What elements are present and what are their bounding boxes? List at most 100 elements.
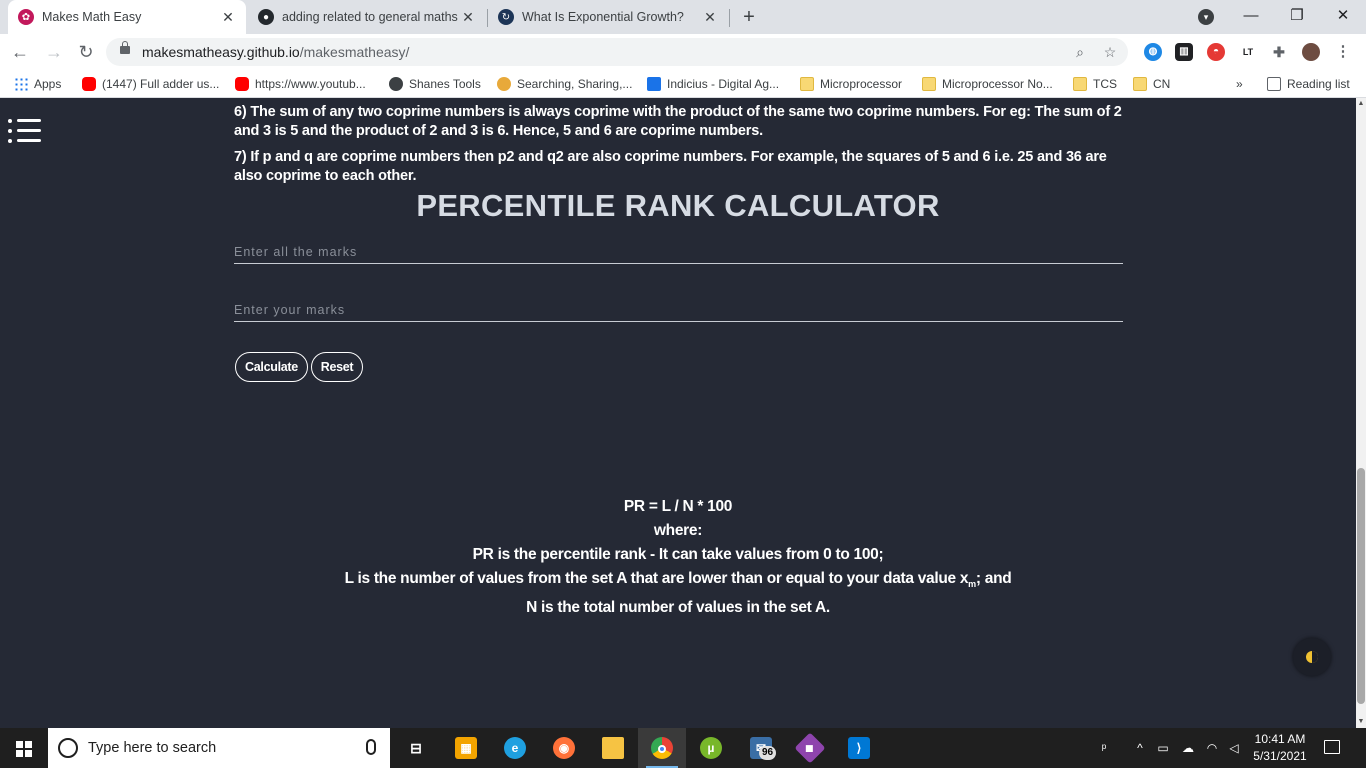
chrome-icon <box>651 737 673 759</box>
reload-icon[interactable]: ↻ <box>74 40 98 64</box>
bookmarks-overflow-icon[interactable]: » <box>1236 75 1243 93</box>
battery-icon[interactable]: ▭ <box>1154 728 1172 768</box>
theme-toggle-button[interactable] <box>1293 638 1331 676</box>
bookmark-label: Searching, Sharing,... <box>517 77 633 91</box>
extension-calendar-icon[interactable]: ▥ <box>1175 43 1193 61</box>
formula-line: where: <box>653 522 703 539</box>
your-marks-input[interactable] <box>234 298 1123 322</box>
bookmark-label: Apps <box>34 77 62 91</box>
bookmark-tcs[interactable]: TCS <box>1073 75 1117 93</box>
reset-button[interactable]: Reset <box>311 352 363 382</box>
percentile-formula: PR = L / N * 100 where: PR is the percen… <box>234 495 1122 620</box>
close-tab-icon[interactable]: ✕ <box>460 9 476 26</box>
address-bar[interactable]: makesmatheasy.github.io/makesmatheasy/ ⌕… <box>106 38 1128 66</box>
calculator-title: PERCENTILE RANK CALCULATOR <box>416 188 940 223</box>
extensions-puzzle-icon[interactable]: ✚ <box>1270 43 1288 61</box>
folder-icon <box>1133 77 1147 91</box>
taskbar-vscode[interactable]: ⟩ <box>835 728 883 768</box>
taskbar-clock[interactable]: 10:41 AM 5/31/2021 <box>1248 731 1312 765</box>
coprime-property-6: 6) The sum of any two coprime numbers is… <box>234 104 1122 139</box>
microphone-icon[interactable] <box>366 739 376 755</box>
taskbar-store[interactable]: ▦ <box>442 728 490 768</box>
bookmark-cn[interactable]: CN <box>1133 75 1170 93</box>
scroll-thumb[interactable] <box>1357 468 1365 704</box>
apps-grid-icon <box>14 77 28 91</box>
tab-exponential-growth[interactable]: ↻ What Is Exponential Growth? ✕ <box>488 0 728 34</box>
task-view-icon: ⊟ <box>410 740 422 756</box>
task-view-button[interactable]: ⊟ <box>392 728 440 768</box>
firefox-icon: ◉ <box>553 737 575 759</box>
close-tab-icon[interactable]: ✕ <box>702 9 718 26</box>
bookmark-full-adder[interactable]: (1447) Full adder us... <box>82 75 219 93</box>
people-icon[interactable]: ᵖ <box>1094 728 1114 768</box>
bookmark-microprocessor[interactable]: Microprocessor <box>800 75 902 93</box>
taskbar-file-explorer[interactable] <box>589 728 637 768</box>
taskbar-firefox[interactable]: ◉ <box>540 728 588 768</box>
all-marks-input[interactable] <box>234 240 1123 264</box>
indicius-icon <box>647 77 661 91</box>
folder-icon <box>800 77 814 91</box>
formula-text: ; and <box>975 570 1012 587</box>
forward-icon[interactable]: → <box>42 40 66 64</box>
profile-avatar[interactable] <box>1302 43 1320 61</box>
tab-search-icon[interactable]: ▾ <box>1198 9 1214 25</box>
scroll-down-icon[interactable]: ▼ <box>1356 716 1366 728</box>
extension-globe-icon[interactable]: ◍ <box>1144 43 1162 61</box>
bookmark-label: Shanes Tools <box>409 77 481 91</box>
windows-logo-icon <box>16 741 32 757</box>
new-tab-button[interactable]: + <box>738 5 760 29</box>
page-scrollbar[interactable]: ▲ ▼ <box>1356 98 1366 728</box>
mail-unread-badge: 96 <box>759 746 777 760</box>
bookmark-indicius[interactable]: Indicius - Digital Ag... <box>647 75 779 93</box>
youtube-icon <box>82 77 96 91</box>
formula-line: N is the total number of values in the s… <box>526 599 830 617</box>
onedrive-icon[interactable]: ☁ <box>1178 728 1198 768</box>
chrome-menu-icon[interactable]: ⋮ <box>1334 43 1352 61</box>
bookmark-apps[interactable]: Apps <box>14 75 61 93</box>
taskbar-search-placeholder: Type here to search <box>88 740 217 756</box>
volume-icon[interactable]: ◁ <box>1224 728 1244 768</box>
browser-toolbar: ← → ↻ makesmatheasy.github.io/makesmathe… <box>0 34 1366 70</box>
bookmark-microprocessor-notes[interactable]: Microprocessor No... <box>922 75 1053 93</box>
reading-list-button[interactable]: Reading list <box>1267 75 1350 93</box>
restore-icon[interactable]: ❐ <box>1274 0 1320 34</box>
close-tab-icon[interactable]: ✕ <box>220 9 236 26</box>
bookmark-star-icon[interactable]: ☆ <box>1100 42 1120 62</box>
tab-github[interactable]: ● adding related to general maths ✕ <box>248 0 486 34</box>
lock-icon[interactable] <box>120 41 130 54</box>
utorrent-icon: µ <box>700 737 722 759</box>
zoom-icon[interactable]: ⌕ <box>1070 42 1090 62</box>
taskbar-git[interactable]: ◆ <box>786 728 834 768</box>
extension-lt-icon[interactable]: LT <box>1239 43 1257 61</box>
notification-center-icon[interactable] <box>1324 740 1340 754</box>
bookmark-searching-sharing[interactable]: Searching, Sharing,... <box>497 75 632 93</box>
tab-makes-math-easy[interactable]: ✿ Makes Math Easy ✕ <box>8 0 246 34</box>
bookmark-youtube[interactable]: https://www.youtub... <box>235 75 366 93</box>
windows-taskbar: Type here to search ⊟ ▦ e ◉ µ ✉96 ◆ ⟩ ᵖ … <box>0 728 1366 768</box>
tab-title: adding related to general maths <box>282 10 458 24</box>
bookmarks-bar: Apps (1447) Full adder us... https://www… <box>0 70 1366 98</box>
extension-pokeball-icon[interactable]: ◓ <box>1207 43 1225 61</box>
close-window-icon[interactable]: ✕ <box>1320 0 1366 34</box>
start-button[interactable] <box>0 728 48 768</box>
url-host: makesmatheasy.github.io <box>142 44 300 60</box>
folder-icon <box>922 77 936 91</box>
back-icon[interactable]: ← <box>8 40 32 64</box>
taskbar-utorrent[interactable]: µ <box>687 728 735 768</box>
bookmark-label: https://www.youtub... <box>255 77 366 91</box>
minimize-icon[interactable]: — <box>1228 0 1274 34</box>
taskbar-search-box[interactable]: Type here to search <box>48 728 390 768</box>
wifi-icon[interactable]: ◠ <box>1203 728 1221 768</box>
coprime-property-7: 7) If p and q are coprime numbers then p… <box>234 149 1107 184</box>
hamburger-menu-icon[interactable] <box>8 116 42 146</box>
scroll-up-icon[interactable]: ▲ <box>1356 98 1366 110</box>
taskbar-edge[interactable]: e <box>491 728 539 768</box>
calculate-button[interactable]: Calculate <box>235 352 308 382</box>
taskbar-mail[interactable]: ✉96 <box>737 728 785 768</box>
bookmark-shanes-tools[interactable]: Shanes Tools <box>389 75 481 93</box>
tray-chevron-icon[interactable]: ^ <box>1132 728 1148 768</box>
taskbar-chrome[interactable] <box>638 728 686 768</box>
url-text[interactable]: makesmatheasy.github.io/makesmatheasy/ <box>142 44 409 60</box>
formula-line: PR = L / N * 100 <box>623 498 733 515</box>
star-icon <box>497 77 511 91</box>
